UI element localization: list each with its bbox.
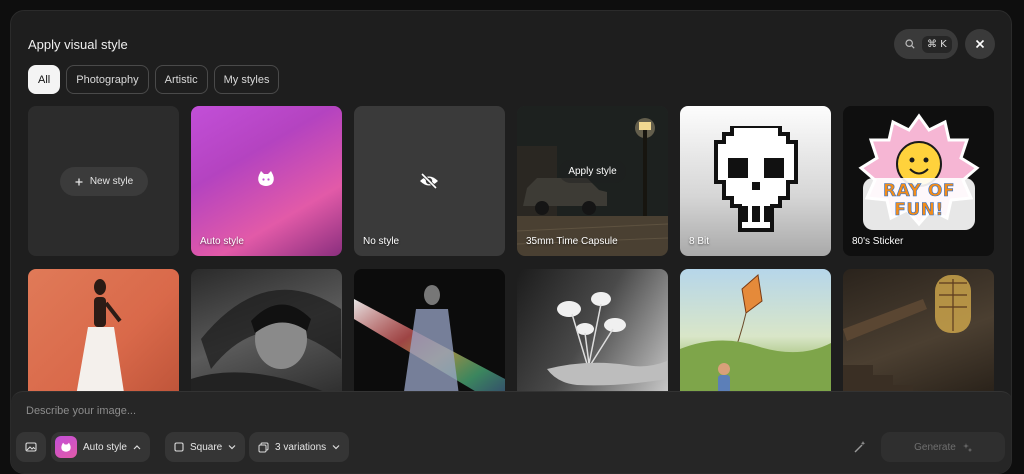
prompt-input[interactable] — [26, 401, 986, 421]
image-upload-icon — [25, 442, 37, 452]
search-icon — [905, 39, 915, 49]
close-icon — [975, 39, 985, 49]
new-style-button[interactable]: New style — [60, 167, 148, 196]
tab-my-styles[interactable]: My styles — [213, 65, 280, 94]
sparkle-plus-icon — [962, 443, 972, 452]
new-style-card: New style — [28, 106, 179, 256]
card-label: 35mm Time Capsule — [526, 236, 618, 247]
square-icon — [174, 442, 184, 452]
style-thumb — [55, 436, 77, 458]
card-label: No style — [363, 236, 400, 247]
search-button[interactable]: ⌘ K — [894, 29, 958, 59]
aspect-ratio-button[interactable]: Square — [165, 432, 246, 462]
style-card-none[interactable]: No style — [354, 106, 505, 256]
sparkle-cat-icon — [61, 442, 71, 452]
new-style-label: New style — [89, 176, 134, 187]
generate-button[interactable]: Generate — [881, 432, 1005, 462]
sticker-text: RAY OF FUN! — [883, 181, 955, 220]
enhance-prompt-button[interactable] — [853, 440, 867, 454]
shortcut-badge: ⌘ K — [922, 35, 952, 53]
style-card-auto[interactable]: Auto style — [191, 106, 342, 256]
chevron-down-icon — [228, 445, 236, 450]
plus-icon — [75, 178, 83, 185]
filter-tabs: All Photography Artistic My styles — [28, 65, 280, 94]
dialog-title: Apply visual style — [28, 37, 128, 52]
stack-icon — [258, 442, 269, 452]
prompt-composer: Auto style Square 3 variations — [11, 391, 1011, 473]
style-select-label: Auto style — [83, 441, 127, 453]
magic-wand-icon — [854, 441, 866, 453]
card-label: 8 Bit — [689, 236, 710, 247]
tab-artistic[interactable]: Artistic — [154, 65, 208, 94]
card-label: 80's Sticker — [852, 236, 904, 247]
style-card-80s-sticker[interactable]: RAY OF FUN! 80's Sticker — [843, 106, 994, 256]
style-card-35mm[interactable]: Apply style 35mm Time Capsule — [517, 106, 668, 256]
close-button[interactable] — [965, 29, 995, 59]
style-card-8bit[interactable]: 8 Bit — [680, 106, 831, 256]
generate-label: Generate — [914, 441, 956, 453]
upload-image-button[interactable] — [16, 432, 46, 462]
sparkle-cat-icon — [258, 171, 274, 186]
sticker-image — [858, 113, 980, 230]
eye-off-icon — [420, 172, 438, 190]
chevron-down-icon — [332, 445, 340, 450]
variations-label: 3 variations — [275, 441, 327, 453]
pixel-skull-image — [714, 126, 798, 232]
aspect-ratio-label: Square — [190, 441, 223, 453]
street-scene-image — [517, 106, 668, 256]
style-select-button[interactable]: Auto style — [51, 432, 150, 462]
apply-style-dialog: Apply visual style ⌘ K All Photography A… — [10, 10, 1012, 474]
variations-button[interactable]: 3 variations — [249, 432, 350, 462]
card-label: Auto style — [200, 236, 244, 247]
tab-all[interactable]: All — [28, 65, 61, 94]
chevron-up-icon — [133, 445, 141, 450]
tab-photography[interactable]: Photography — [66, 65, 149, 94]
